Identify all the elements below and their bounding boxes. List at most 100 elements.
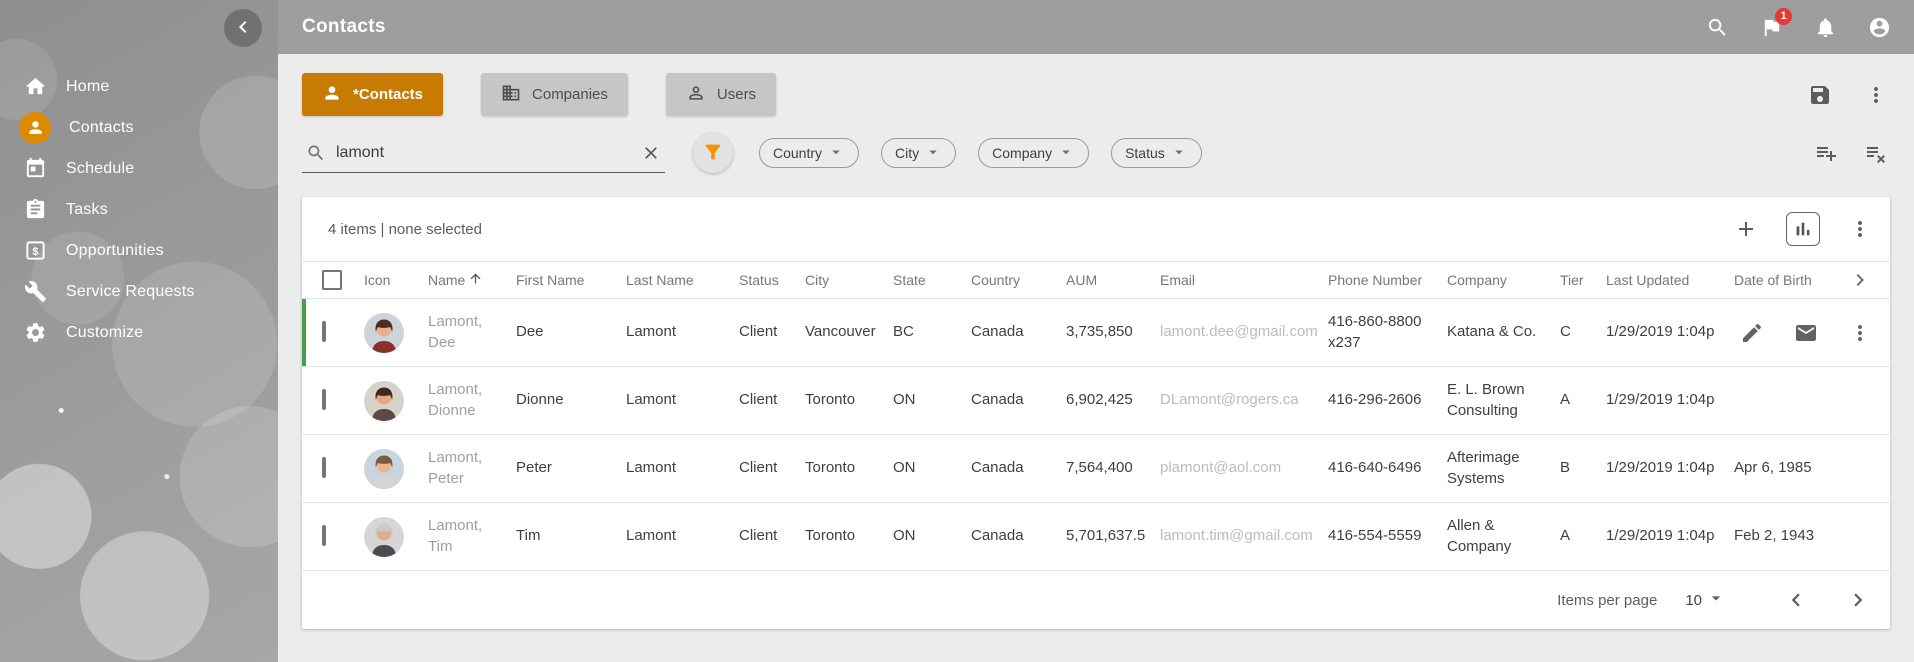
filter-chip-country[interactable]: Country: [759, 138, 859, 168]
column-header-state[interactable]: State: [893, 272, 971, 288]
kebab-menu-icon[interactable]: [1862, 81, 1890, 109]
cell-date-of-birth: Apr 6, 1985: [1734, 458, 1848, 478]
cell-email: plamont@aol.com: [1160, 458, 1328, 478]
cell-country: Canada: [971, 458, 1066, 478]
playlist-remove-icon[interactable]: [1862, 139, 1890, 167]
filter-chip-city[interactable]: City: [881, 138, 956, 168]
items-per-page-value: 10: [1685, 592, 1702, 609]
filter-chip-company[interactable]: Company: [978, 138, 1089, 168]
cell-tier: C: [1560, 322, 1606, 342]
cell-phone: 416-554-5559: [1328, 526, 1447, 546]
column-header-date-of-birth[interactable]: Date of Birth: [1734, 272, 1848, 288]
cell-phone: 416-296-2606: [1328, 390, 1447, 410]
items-per-page-label: Items per page: [1557, 592, 1657, 609]
cell-state: ON: [893, 390, 971, 410]
sidebar-item-contacts[interactable]: Contacts: [0, 107, 278, 148]
bell-icon[interactable]: [1812, 14, 1838, 40]
table-row[interactable]: Lamont, Peter Peter Lamont Client Toront…: [302, 435, 1890, 503]
sidebar-item-label: Contacts: [69, 119, 134, 137]
column-header-status[interactable]: Status: [739, 272, 805, 288]
chip-label: Company: [992, 145, 1052, 161]
next-page-icon[interactable]: [1844, 586, 1872, 614]
save-icon[interactable]: [1806, 81, 1834, 109]
cell-tier: A: [1560, 526, 1606, 546]
filter-chip-status[interactable]: Status: [1111, 138, 1202, 168]
kebab-menu-icon[interactable]: [1846, 319, 1874, 347]
column-header-email[interactable]: Email: [1160, 272, 1328, 288]
column-header-last-name[interactable]: Last Name: [626, 272, 739, 288]
row-checkbox[interactable]: [322, 525, 326, 546]
column-header-name[interactable]: Name: [428, 271, 516, 289]
person-outline-icon: [686, 83, 706, 107]
add-icon[interactable]: [1732, 215, 1760, 243]
table-row[interactable]: Lamont, Tim Tim Lamont Client Toronto ON…: [302, 503, 1890, 571]
column-header-country[interactable]: Country: [971, 272, 1066, 288]
cell-last-name: Lamont: [626, 458, 739, 478]
cell-first-name: Tim: [516, 526, 626, 546]
cell-country: Canada: [971, 322, 1066, 342]
playlist-add-icon[interactable]: [1812, 139, 1840, 167]
select-all-checkbox[interactable]: [322, 270, 342, 290]
cell-last-name: Lamont: [626, 322, 739, 342]
sidebar-item-opportunities[interactable]: $ Opportunities: [0, 230, 278, 271]
cell-name: Lamont, Dee: [428, 312, 516, 353]
sidebar-item-home[interactable]: Home: [0, 66, 278, 107]
sidebar-nav: Home Contacts Schedule Tasks $ Opportuni…: [0, 0, 278, 353]
items-per-page-select[interactable]: 10: [1685, 588, 1726, 612]
cell-company: Allen & Company: [1447, 516, 1560, 557]
row-checkbox[interactable]: [322, 457, 326, 478]
sidebar-item-customize[interactable]: Customize: [0, 312, 278, 353]
tab-label: Companies: [532, 86, 608, 103]
column-header-aum[interactable]: AUM: [1066, 272, 1160, 288]
results-card: 4 items | none selected Icon Name First …: [302, 197, 1890, 629]
sidebar-item-tasks[interactable]: Tasks: [0, 189, 278, 230]
previous-page-icon[interactable]: [1782, 586, 1810, 614]
wrench-icon: [22, 279, 48, 305]
search-input[interactable]: [336, 144, 631, 162]
cell-email: lamont.tim@gmail.com: [1160, 526, 1328, 546]
sidebar-item-schedule[interactable]: Schedule: [0, 148, 278, 189]
filter-funnel-button[interactable]: [693, 133, 733, 173]
main-area: Contacts 1 *Contacts: [278, 0, 1914, 662]
kebab-menu-icon[interactable]: [1846, 215, 1874, 243]
sidebar-item-label: Home: [66, 78, 109, 96]
column-header-phone[interactable]: Phone Number: [1328, 272, 1447, 288]
tab-contacts[interactable]: *Contacts: [302, 73, 443, 116]
cell-phone: 416-860-8800 x237: [1328, 312, 1447, 353]
flag-icon[interactable]: 1: [1758, 14, 1784, 40]
cell-tier: B: [1560, 458, 1606, 478]
column-header-first-name[interactable]: First Name: [516, 272, 626, 288]
sidebar: Home Contacts Schedule Tasks $ Opportuni…: [0, 0, 278, 662]
column-header-city[interactable]: City: [805, 272, 893, 288]
cell-last-updated: 1/29/2019 1:04p: [1606, 390, 1734, 410]
column-header-icon: Icon: [364, 272, 428, 288]
notification-badge: 1: [1775, 8, 1792, 25]
search-icon[interactable]: [1704, 14, 1730, 40]
account-icon[interactable]: [1866, 14, 1892, 40]
page-title: Contacts: [302, 16, 386, 38]
topbar-icons: 1: [1704, 14, 1892, 40]
columns-scroll-right-icon[interactable]: [1848, 268, 1874, 292]
column-header-tier[interactable]: Tier: [1560, 272, 1606, 288]
cell-name: Lamont, Peter: [428, 448, 516, 489]
cell-last-name: Lamont: [626, 390, 739, 410]
tab-label: Users: [717, 86, 756, 103]
svg-text:$: $: [32, 246, 38, 258]
table-row[interactable]: Lamont, Dionne Dionne Lamont Client Toro…: [302, 367, 1890, 435]
sidebar-item-service-requests[interactable]: Service Requests: [0, 271, 278, 312]
table-header-row: Icon Name First Name Last Name Status Ci…: [302, 261, 1890, 299]
row-checkbox[interactable]: [322, 389, 326, 410]
sidebar-item-label: Service Requests: [66, 283, 195, 301]
tab-users[interactable]: Users: [666, 73, 776, 116]
email-envelope-icon[interactable]: [1792, 319, 1820, 347]
row-checkbox[interactable]: [322, 321, 326, 342]
column-header-company[interactable]: Company: [1447, 272, 1560, 288]
clear-search-icon[interactable]: [641, 143, 661, 163]
tab-companies[interactable]: Companies: [481, 73, 628, 116]
table-row[interactable]: Lamont, Dee Dee Lamont Client Vancouver …: [302, 299, 1890, 367]
column-header-last-updated[interactable]: Last Updated: [1606, 272, 1734, 288]
edit-pencil-icon[interactable]: [1738, 319, 1766, 347]
chart-view-icon[interactable]: [1786, 212, 1820, 246]
pagination-controls: [1782, 586, 1872, 614]
sidebar-collapse-button[interactable]: [224, 9, 262, 47]
